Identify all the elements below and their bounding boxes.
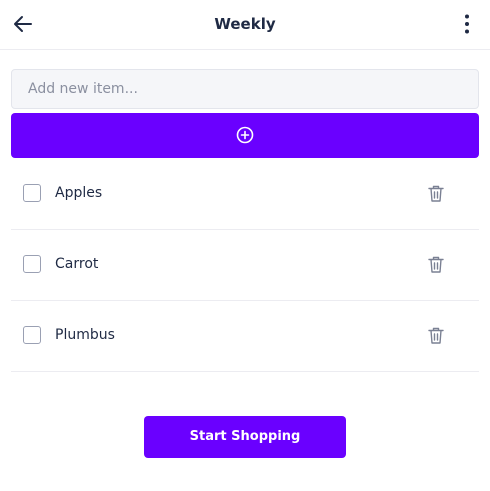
list-item: Carrot bbox=[11, 230, 479, 301]
more-vertical-icon[interactable] bbox=[458, 13, 476, 35]
item-checkbox[interactable] bbox=[23, 255, 41, 273]
trash-icon[interactable] bbox=[427, 184, 445, 203]
add-item-button[interactable] bbox=[11, 113, 479, 158]
list-item: Plumbus bbox=[11, 301, 479, 372]
item-label: Plumbus bbox=[55, 327, 115, 343]
trash-icon[interactable] bbox=[427, 255, 445, 274]
start-shopping-button[interactable]: Start Shopping bbox=[144, 416, 346, 458]
page-title: Weekly bbox=[214, 15, 276, 33]
item-label: Carrot bbox=[55, 256, 99, 272]
trash-icon[interactable] bbox=[427, 326, 445, 345]
top-bar: Weekly bbox=[0, 0, 490, 50]
item-label: Apples bbox=[55, 185, 103, 201]
item-checkbox[interactable] bbox=[23, 184, 41, 202]
shopping-list: Apples Carrot Plumbus bbox=[11, 159, 479, 372]
list-item: Apples bbox=[11, 159, 479, 230]
item-checkbox[interactable] bbox=[23, 326, 41, 344]
new-item-input[interactable] bbox=[11, 69, 479, 109]
plus-circle-icon bbox=[236, 126, 254, 144]
app-screen: Weekly Apples Carrot bbox=[0, 0, 490, 491]
